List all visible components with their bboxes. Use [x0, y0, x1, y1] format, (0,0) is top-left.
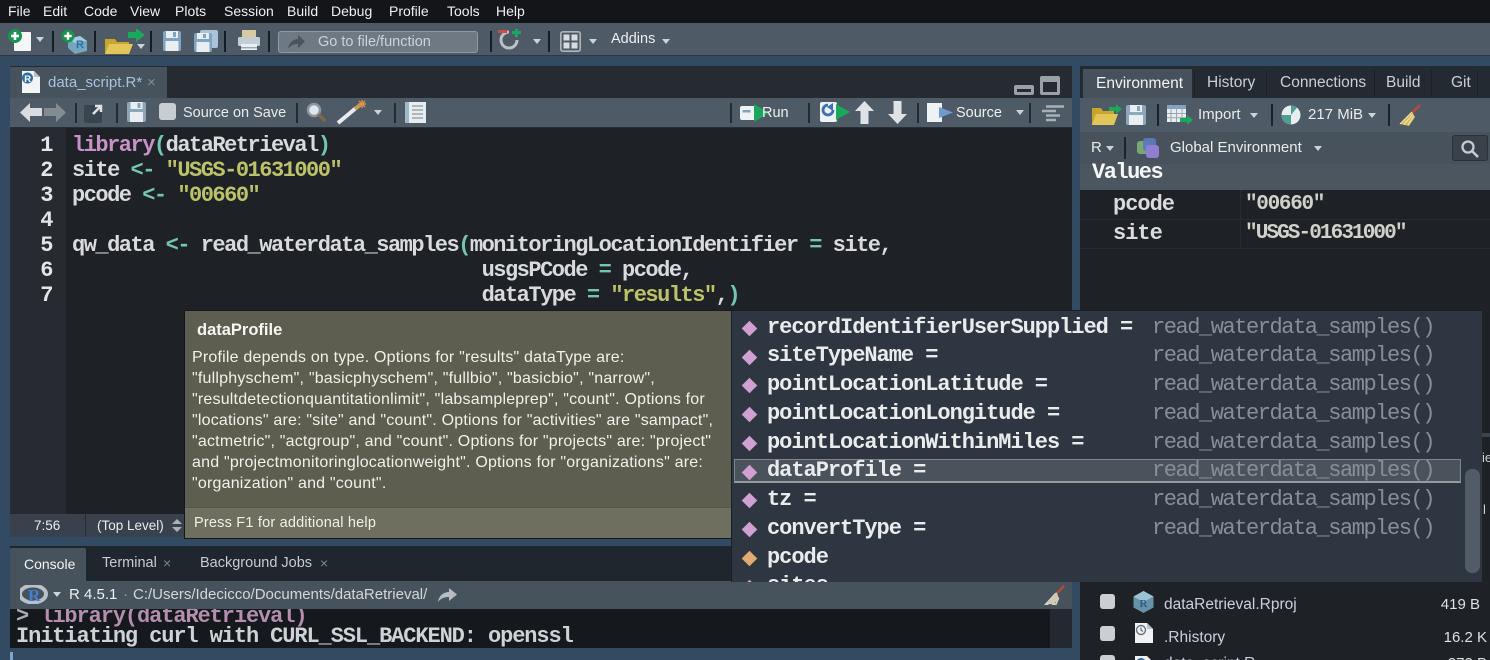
svg-text:R: R [1140, 598, 1149, 610]
svg-text:R: R [24, 74, 31, 85]
svg-text:R: R [28, 586, 41, 604]
svg-text:R: R [76, 39, 84, 51]
